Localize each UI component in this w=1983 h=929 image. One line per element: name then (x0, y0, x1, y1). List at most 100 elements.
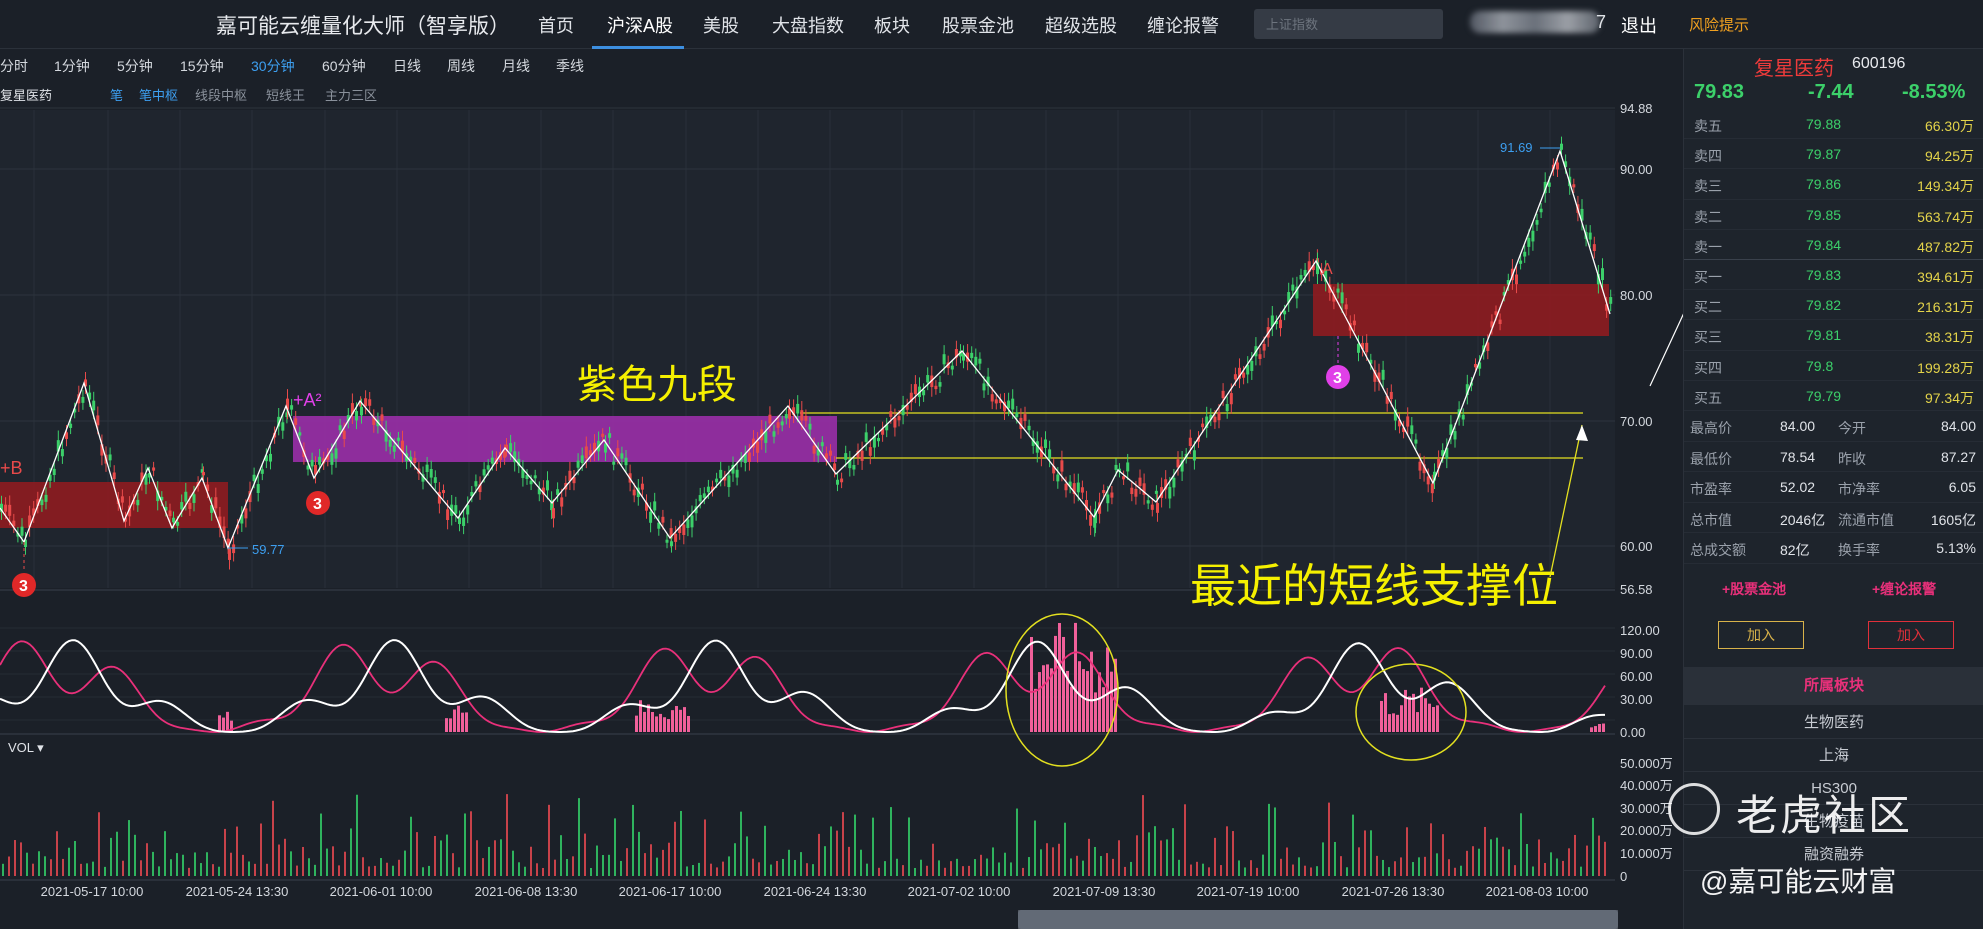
candle-body (1102, 490, 1106, 494)
candle-body (40, 499, 44, 506)
order-book-row: 买五 79.79 97.34万 (1684, 381, 1983, 411)
volume-bar (2, 863, 4, 876)
risk-notice-link[interactable]: 风险提示 (1689, 14, 1749, 35)
candle-body (413, 457, 417, 464)
volume-bar (302, 846, 304, 876)
volume-bar (1076, 855, 1078, 876)
candle-body (108, 454, 112, 461)
volume-bar (1028, 857, 1030, 876)
volume-bar (332, 846, 334, 876)
candle-body (868, 447, 872, 456)
osc-bar (643, 711, 646, 732)
price-chart[interactable]: 94.88 90.00 80.00 70.00 60.00 56.58 120.00 90.0… (0, 0, 1683, 929)
volume-bar (1304, 865, 1306, 876)
volume-bar (1514, 865, 1516, 876)
volume-bar (1178, 859, 1180, 876)
candle-body (804, 415, 808, 421)
candle-body (1192, 450, 1196, 461)
volume-bar (1436, 853, 1438, 876)
volume-bar (1082, 860, 1084, 876)
candle-body (1258, 354, 1262, 359)
volume-bar (950, 861, 952, 876)
candle-body (334, 448, 338, 459)
osc-bar (1046, 664, 1049, 732)
candle-body (1229, 393, 1233, 405)
candle-body (670, 541, 673, 547)
stat-value: 84.00 (1940, 418, 1976, 434)
volume-bar (1604, 841, 1606, 876)
order-book-row: 卖二 79.85 563.74万 (1684, 200, 1983, 230)
volume-bar (800, 852, 802, 876)
candle-body (780, 421, 784, 426)
candle-body (425, 464, 429, 473)
volume-bar (566, 858, 568, 876)
candle-body (616, 448, 620, 457)
candle-body (1106, 494, 1110, 504)
oscillator-panel (0, 613, 1606, 767)
volume-bar (1262, 854, 1264, 876)
osc-bar (1082, 669, 1085, 732)
candle-body (1365, 342, 1369, 353)
volume-bar (1406, 827, 1408, 876)
volume-bar (872, 817, 874, 876)
volume-bar (284, 838, 286, 876)
volume-bar (86, 863, 88, 876)
volume-bar (98, 812, 100, 876)
volume-bar (92, 861, 94, 876)
volume-bar (1580, 866, 1582, 876)
candle-body (458, 517, 461, 525)
vol-dropdown[interactable]: VOL ▾ (8, 740, 44, 756)
volume-bar (1598, 835, 1600, 876)
candle-body (682, 524, 686, 536)
osc-bar (1598, 724, 1601, 732)
candle-body (580, 455, 584, 464)
order-book: 卖五 79.88 66.30万 卖四 79.87 94.25万 卖三 79.86 149.34万… (1684, 109, 1983, 411)
volume-bar (530, 846, 532, 876)
candle-body (69, 423, 73, 428)
chart-scrollbar[interactable] (1018, 910, 1618, 929)
osc-bar (1428, 703, 1431, 732)
candle-body (1592, 244, 1596, 252)
add-to-pool-link[interactable]: +股票金池 (1722, 579, 1786, 599)
candle-body (260, 469, 264, 474)
order-level-label: 卖五 (1694, 118, 1722, 134)
candle-body (860, 450, 864, 461)
volume-bar (866, 863, 868, 876)
candle-body (380, 414, 384, 421)
volume-bar (1484, 826, 1486, 876)
volume-bar (224, 828, 226, 876)
add-pool-button[interactable]: 加入 (1718, 621, 1804, 649)
volume-bar (494, 840, 496, 876)
osc-bar (1408, 696, 1411, 732)
volume-bar (806, 863, 808, 876)
sector-item[interactable]: 上海 (1684, 740, 1983, 772)
volume-bar (824, 846, 826, 876)
candle-body (1352, 320, 1356, 326)
volume-bar (68, 847, 70, 876)
sector-item[interactable]: 生物医药 (1684, 707, 1983, 739)
candle-body (503, 451, 507, 458)
osc-bar (461, 712, 464, 732)
volume-bar (236, 826, 238, 876)
candle-body (281, 422, 285, 431)
order-price: 79.79 (1806, 387, 1842, 404)
date-tick-label: 2021-07-02 10:00 (908, 884, 1011, 899)
order-book-row: 买二 79.82 216.31万 (1684, 290, 1983, 321)
candle-body (1414, 439, 1418, 444)
add-chan-alarm-link[interactable]: +缠论报警 (1872, 579, 1936, 599)
candle-body (1048, 449, 1052, 459)
add-alarm-button[interactable]: 加入 (1868, 621, 1954, 649)
volume-bar (1256, 867, 1258, 876)
volume-bar (662, 849, 664, 876)
osc-bar (222, 717, 225, 732)
volume-bars (2, 794, 1606, 876)
volume-bar (248, 861, 250, 876)
volume-bar (182, 854, 184, 876)
candle-body (784, 414, 788, 419)
scroll-thumb[interactable] (1018, 910, 1618, 929)
volume-bar (1244, 867, 1246, 876)
order-book-row: 卖四 79.87 94.25万 (1684, 139, 1983, 170)
stat-label: 市净率 (1838, 481, 1880, 497)
candle-body (649, 511, 653, 523)
stat-row: 最低价 78.54 昨收 87.27 (1684, 442, 1983, 472)
